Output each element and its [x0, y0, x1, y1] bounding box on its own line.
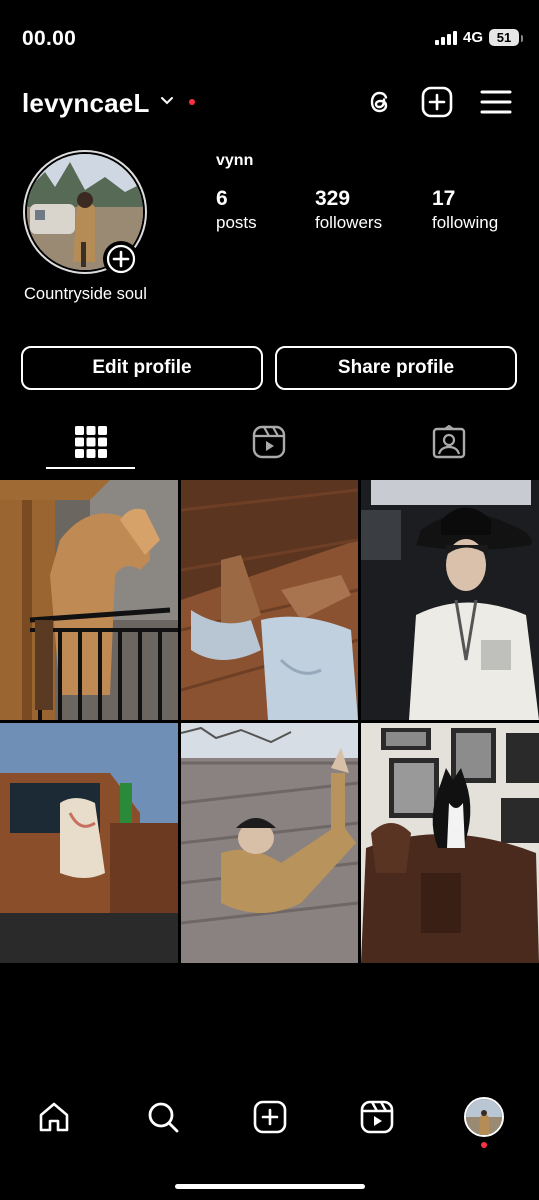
status-indicators: 4G 51	[434, 29, 523, 46]
stat-value: 329	[315, 187, 351, 210]
share-profile-button[interactable]: Share profile	[275, 346, 517, 390]
status-time: 00.00	[22, 27, 77, 50]
stat-label: followers	[315, 213, 383, 232]
signal-icon	[434, 30, 457, 45]
create-icon[interactable]	[421, 86, 453, 118]
rooftop-lying-post[interactable]	[181, 723, 358, 963]
cowboy-boots-post[interactable]	[181, 480, 358, 720]
avatar-photo	[466, 1099, 502, 1135]
stat-following[interactable]: 17 following	[432, 187, 498, 233]
plus-icon	[106, 244, 136, 274]
grid-icon[interactable]	[74, 425, 108, 459]
home-indicator	[175, 1184, 365, 1189]
stat-posts[interactable]: 6 posts	[216, 187, 257, 233]
horse-statue-post[interactable]	[0, 480, 178, 720]
stat-label: posts	[216, 213, 257, 232]
profile-avatar-nav[interactable]	[464, 1097, 504, 1137]
chevron-down-icon[interactable]	[160, 96, 174, 106]
profile-bio: Countryside soul	[24, 285, 147, 303]
edit-profile-button[interactable]: Edit profile	[21, 346, 263, 390]
notification-dot	[189, 99, 195, 105]
username[interactable]: levyncaeL	[22, 88, 150, 119]
menu-icon[interactable]	[480, 86, 512, 118]
notification-dot	[481, 1142, 487, 1148]
search-icon[interactable]	[146, 1100, 180, 1134]
tagged-icon[interactable]	[432, 425, 466, 459]
reels-icon[interactable]	[252, 425, 286, 459]
threads-icon[interactable]	[364, 86, 396, 118]
add-story-button[interactable]	[103, 241, 139, 277]
cat-on-saddle-post[interactable]	[361, 723, 539, 963]
active-tab-indicator	[46, 467, 135, 469]
stat-value: 17	[432, 187, 456, 210]
cowboy-hat-portrait-post[interactable]	[361, 480, 539, 720]
stat-value: 6	[216, 187, 228, 210]
vintage-truck-post[interactable]	[0, 723, 178, 963]
home-icon[interactable]	[37, 1100, 71, 1134]
stat-label: following	[432, 213, 499, 232]
reels-nav-icon[interactable]	[360, 1100, 394, 1134]
battery-icon: 51	[489, 29, 523, 46]
create-post-icon[interactable]	[253, 1100, 287, 1134]
stat-followers[interactable]: 329 followers	[315, 187, 382, 233]
network-type: 4G	[462, 29, 483, 46]
profile-full-name: vynn	[216, 152, 254, 169]
